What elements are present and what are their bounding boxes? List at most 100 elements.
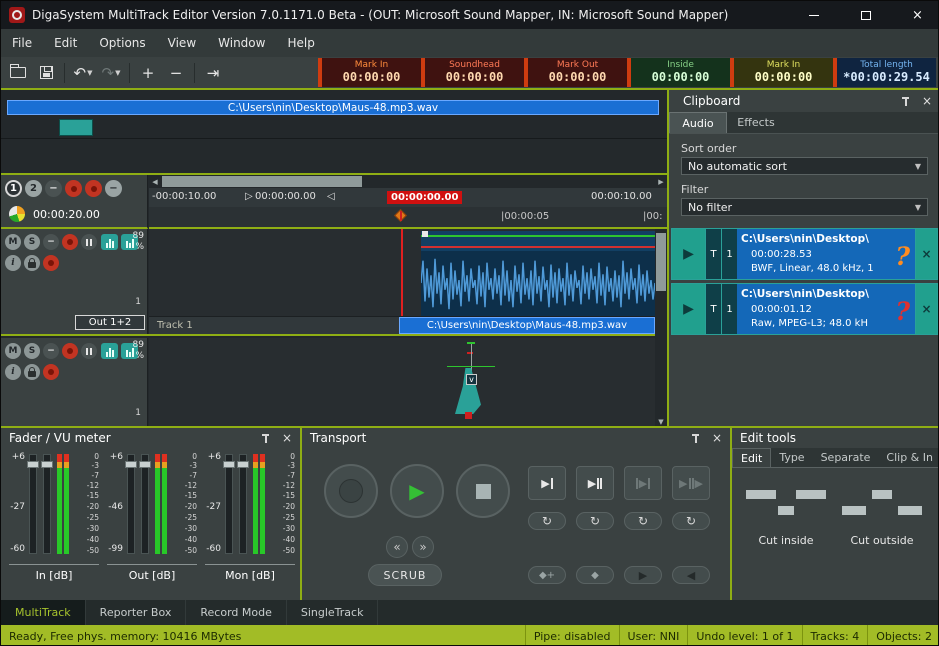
- prev-marker-button[interactable]: ◀: [672, 566, 710, 584]
- pin-icon[interactable]: [691, 434, 700, 443]
- fader-slider[interactable]: [127, 454, 135, 554]
- pause-button[interactable]: [81, 343, 97, 359]
- tab-singletrack[interactable]: SingleTrack: [287, 600, 379, 625]
- redo-button[interactable]: ↷▼: [98, 61, 124, 85]
- remove-entry-button[interactable]: ×: [915, 229, 937, 279]
- menu-options[interactable]: Options: [88, 30, 156, 56]
- pin-icon[interactable]: [261, 434, 270, 443]
- cut-outside-tool[interactable]: Cut outside: [836, 480, 928, 580]
- edit-point-handle[interactable]: [465, 412, 472, 419]
- minimize-track-button[interactable]: −: [43, 234, 59, 250]
- menu-help[interactable]: Help: [276, 30, 325, 56]
- fader-handle[interactable]: [223, 461, 235, 468]
- layout-1-button[interactable]: 1: [5, 180, 22, 197]
- fader-slider[interactable]: [239, 454, 247, 554]
- rewind-button[interactable]: «: [386, 536, 408, 558]
- loop-button[interactable]: ↻: [624, 512, 662, 530]
- record-arm-button[interactable]: [62, 234, 78, 250]
- pause-button[interactable]: [81, 234, 97, 250]
- scroll-left-icon[interactable]: ◀: [149, 175, 161, 188]
- clip-pan-line[interactable]: [421, 246, 655, 248]
- clipboard-entry[interactable]: ▶ T 1 C:\Users\nin\Desktop\ 00:00:01.12 …: [671, 283, 938, 335]
- tab-type[interactable]: Type: [771, 448, 812, 467]
- mute-button[interactable]: M: [5, 234, 21, 250]
- lock-button[interactable]: [24, 364, 40, 380]
- vu-meter-icon[interactable]: [101, 343, 118, 359]
- play-entry-button[interactable]: ▶: [672, 229, 705, 279]
- minimize-track-button[interactable]: −: [43, 343, 59, 359]
- filter-select[interactable]: No filter ▼: [681, 198, 928, 216]
- sort-order-select[interactable]: No automatic sort ▼: [681, 157, 928, 175]
- loop-button[interactable]: ↻: [576, 512, 614, 530]
- vertical-scrollbar[interactable]: ▼: [655, 229, 667, 428]
- scrollbar-thumb[interactable]: [162, 176, 362, 187]
- fader-slider[interactable]: [141, 454, 149, 554]
- record-button[interactable]: [43, 255, 59, 271]
- menu-window[interactable]: Window: [207, 30, 276, 56]
- track-2-lane[interactable]: v: [149, 338, 655, 428]
- lock-button[interactable]: [24, 255, 40, 271]
- add-marker-button[interactable]: ◆+: [528, 566, 566, 584]
- horizontal-scrollbar[interactable]: ◀ ▶: [149, 175, 667, 188]
- play-entry-button[interactable]: ▶: [672, 284, 705, 334]
- goto-marker-button[interactable]: ⇥: [200, 61, 226, 85]
- volume-point-marker[interactable]: v: [466, 374, 477, 385]
- zoom-out-button[interactable]: −: [163, 61, 189, 85]
- close-button[interactable]: ×: [895, 1, 939, 29]
- stop-button[interactable]: [456, 464, 510, 518]
- fader-slider[interactable]: [29, 454, 37, 554]
- tab-multitrack[interactable]: MultiTrack: [1, 600, 86, 625]
- tab-reporter-box[interactable]: Reporter Box: [86, 600, 187, 625]
- close-panel-button[interactable]: ×: [920, 94, 934, 108]
- audio-clip[interactable]: [421, 231, 655, 316]
- cut-inside-tool[interactable]: Cut inside: [740, 480, 832, 580]
- forward-button[interactable]: »: [412, 536, 434, 558]
- mute-button[interactable]: M: [5, 343, 21, 359]
- entry-details[interactable]: C:\Users\nin\Desktop\ 00:00:28.53 BWF, L…: [737, 229, 915, 279]
- solo-button[interactable]: S: [24, 234, 40, 250]
- clip-handle[interactable]: [422, 231, 428, 237]
- remove-entry-button[interactable]: ×: [915, 284, 937, 334]
- close-panel-button[interactable]: ×: [280, 431, 294, 445]
- menu-view[interactable]: View: [157, 30, 207, 56]
- tab-audio[interactable]: Audio: [669, 112, 727, 133]
- track-name[interactable]: Track 1: [157, 320, 193, 331]
- loop-button[interactable]: ↻: [528, 512, 566, 530]
- playhead-line[interactable]: [401, 229, 403, 316]
- fader-slider[interactable]: [225, 454, 233, 554]
- tab-effects[interactable]: Effects: [727, 112, 785, 133]
- scroll-right-icon[interactable]: ▶: [655, 175, 667, 188]
- minimize-button[interactable]: [791, 1, 836, 29]
- loop-button[interactable]: ↻: [672, 512, 710, 530]
- fader-handle[interactable]: [237, 461, 249, 468]
- tab-clip-in[interactable]: Clip & In: [878, 448, 939, 467]
- tab-record-mode[interactable]: Record Mode: [186, 600, 286, 625]
- pin-icon[interactable]: [901, 97, 910, 106]
- close-panel-button[interactable]: ×: [710, 431, 724, 445]
- fader-handle[interactable]: [41, 461, 53, 468]
- scrollbar-thumb[interactable]: [656, 233, 666, 291]
- entry-details[interactable]: C:\Users\nin\Desktop\ 00:00:01.12 Raw, M…: [737, 284, 915, 334]
- maximize-button[interactable]: [843, 1, 888, 29]
- record-enable-button[interactable]: [65, 180, 82, 197]
- record-button[interactable]: [43, 364, 59, 380]
- play-selection-button[interactable]: ▶: [624, 466, 662, 500]
- overview-file-path[interactable]: C:\Users\nin\Desktop\Maus-48.mp3.wav: [7, 100, 659, 115]
- ruler-times[interactable]: -00:00:10.00 ▷ 00:00:00.00 ◁ 00:00:00.00…: [149, 188, 667, 207]
- fader-handle[interactable]: [125, 461, 137, 468]
- record-enable-2-button[interactable]: [85, 180, 102, 197]
- scrub-button[interactable]: SCRUB: [368, 564, 442, 586]
- undo-button[interactable]: ↶▼: [70, 61, 96, 85]
- clip-file-label[interactable]: C:\Users\nin\Desktop\Maus-48.mp3.wav: [399, 317, 655, 334]
- menu-file[interactable]: File: [1, 30, 43, 56]
- next-marker-button[interactable]: ▶: [624, 566, 662, 584]
- clip-gain-line[interactable]: [421, 235, 655, 237]
- collapse-button[interactable]: −: [45, 180, 62, 197]
- menu-edit[interactable]: Edit: [43, 30, 88, 56]
- marker-button[interactable]: ◆: [576, 566, 614, 584]
- info-button[interactable]: i: [5, 255, 21, 271]
- fader-slider[interactable]: [43, 454, 51, 554]
- tab-separate[interactable]: Separate: [813, 448, 879, 467]
- fader-handle[interactable]: [27, 461, 39, 468]
- clipboard-entry[interactable]: ▶ T 1 C:\Users\nin\Desktop\ 00:00:28.53 …: [671, 228, 938, 280]
